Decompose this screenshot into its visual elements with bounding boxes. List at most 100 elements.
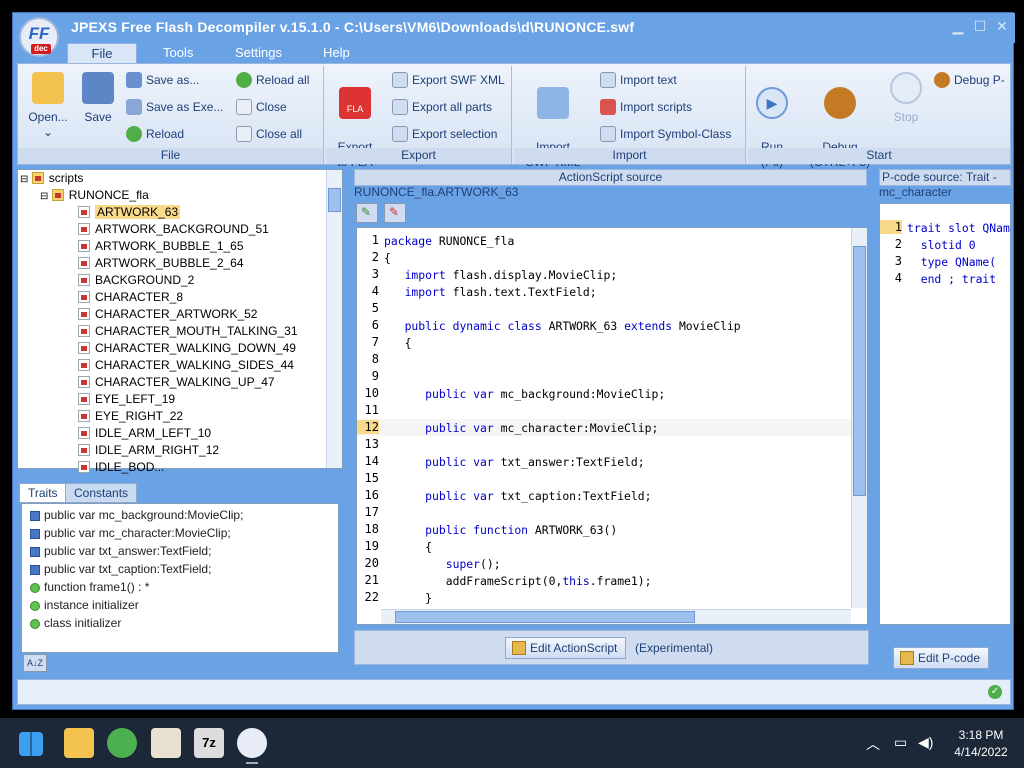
save-as-exe-button[interactable]: Save as Exe... bbox=[126, 97, 223, 117]
tree-item[interactable]: IDLE_ARM_LEFT_10 bbox=[78, 425, 211, 442]
trait-item[interactable]: public var mc_character:MovieClip; bbox=[30, 524, 231, 542]
sort-az-button[interactable]: A↓Z bbox=[23, 654, 47, 672]
ffdec-taskbar-icon[interactable] bbox=[237, 728, 267, 764]
title-bar[interactable]: JPEXS Free Flash Decompiler v.15.1.0 - C… bbox=[13, 13, 1015, 43]
save-as-button[interactable]: Save as... bbox=[126, 70, 199, 90]
edit-pcode-button[interactable]: Edit P-code bbox=[893, 647, 990, 669]
trait-item[interactable]: function frame1() : * bbox=[30, 578, 149, 596]
chevron-up-icon[interactable]: ︿ bbox=[866, 734, 880, 754]
tree-item[interactable]: CHARACTER_WALKING_SIDES_44 bbox=[78, 357, 294, 374]
volume-icon[interactable]: ◀) bbox=[918, 734, 933, 751]
clock-time: 3:18 PM bbox=[958, 728, 1004, 742]
edit-actionscript-button[interactable]: Edit ActionScript bbox=[505, 637, 627, 659]
sevenzip-icon[interactable]: 7z bbox=[194, 728, 224, 758]
folder-icon bbox=[32, 72, 64, 104]
clock-date: 4/14/2022 bbox=[954, 745, 1008, 759]
editor-hscrollbar[interactable] bbox=[381, 609, 851, 624]
replace-button[interactable]: ✎ bbox=[384, 203, 406, 223]
save-button[interactable]: Save bbox=[76, 72, 120, 125]
trait-item[interactable]: public var txt_answer:TextField; bbox=[30, 542, 211, 560]
tree-item[interactable]: CHARACTER_WALKING_DOWN_49 bbox=[78, 340, 296, 357]
editor-scroll-thumb[interactable] bbox=[853, 246, 866, 496]
editor-hscroll-thumb[interactable] bbox=[395, 611, 695, 623]
import-scripts-button[interactable]: Import scripts bbox=[600, 97, 692, 117]
tab-traits[interactable]: Traits bbox=[19, 483, 67, 503]
ribbon-group-start: ▶ Run (F6) Debug (CTRL+F5) Stop Debug P-… bbox=[748, 66, 1010, 169]
close-all-button[interactable]: Close all bbox=[236, 124, 302, 144]
chrome-icon[interactable] bbox=[107, 728, 137, 758]
maximize-button[interactable]: ☐ bbox=[969, 17, 991, 35]
tree-scrollbar[interactable] bbox=[326, 170, 342, 468]
menu-file[interactable]: File bbox=[67, 43, 137, 63]
file-explorer-icon[interactable] bbox=[64, 728, 94, 758]
tree-item[interactable]: ARTWORK_BUBBLE_2_64 bbox=[78, 255, 244, 272]
menu-bar: File Tools Settings Help bbox=[13, 41, 1015, 63]
java-icon[interactable] bbox=[151, 728, 181, 758]
tree-item[interactable]: EYE_LEFT_19 bbox=[78, 391, 175, 408]
search-button[interactable]: ✎ bbox=[356, 203, 378, 223]
pcode-editor[interactable]: 1 trait slot QNam 2 slotid 0 3 type QName(4… bbox=[879, 203, 1011, 625]
pcode-hscrollbar[interactable] bbox=[906, 624, 1010, 625]
clock[interactable]: 3:18 PM 4/14/2022 bbox=[950, 728, 1012, 759]
code-line: { bbox=[384, 336, 412, 350]
reload-button[interactable]: Reload bbox=[126, 124, 184, 144]
code-line: super(); bbox=[445, 557, 501, 571]
tree-item[interactable]: CHARACTER_ARTWORK_52 bbox=[78, 306, 257, 323]
tree-package[interactable]: ⊟ RUNONCE_fla bbox=[40, 187, 149, 204]
line-number: 11 bbox=[364, 403, 379, 417]
line-number: 3 bbox=[371, 267, 379, 281]
tree-root[interactable]: ⊟ scripts bbox=[20, 170, 83, 187]
script-icon bbox=[78, 410, 90, 422]
edit-icon bbox=[512, 641, 526, 655]
tree-item[interactable]: ARTWORK_BACKGROUND_51 bbox=[78, 221, 269, 238]
tree-item[interactable]: IDLE_BOD... bbox=[78, 459, 164, 476]
edit-pcode-icon bbox=[900, 651, 914, 665]
tree-item[interactable]: CHARACTER_MOUTH_TALKING_31 bbox=[78, 323, 298, 340]
trait-item[interactable]: public var txt_caption:TextField; bbox=[30, 560, 211, 578]
tree-item[interactable]: BACKGROUND_2 bbox=[78, 272, 194, 289]
ribbon: Open... ⌄ Save Save as... Save as Exe... … bbox=[17, 63, 1011, 169]
trait-item[interactable]: public var mc_background:MovieClip; bbox=[30, 506, 243, 524]
line-number: 21 bbox=[364, 573, 379, 587]
network-icon[interactable]: ▭ bbox=[894, 734, 907, 751]
tree-item[interactable]: CHARACTER_8 bbox=[78, 289, 183, 306]
import-symbol-class-button[interactable]: Import Symbol-Class bbox=[600, 124, 731, 144]
open-button[interactable]: Open... ⌄ bbox=[24, 72, 72, 140]
menu-settings[interactable]: Settings bbox=[221, 43, 296, 63]
start-button[interactable] bbox=[19, 732, 43, 756]
tree-item[interactable]: ARTWORK_63 bbox=[78, 204, 181, 221]
menu-tools[interactable]: Tools bbox=[149, 43, 207, 63]
export-swf-xml-button[interactable]: Export SWF XML bbox=[392, 70, 505, 90]
debug-p-button[interactable]: Debug P- bbox=[934, 70, 1005, 90]
trait-item[interactable]: class initializer bbox=[30, 614, 121, 632]
stop-button[interactable]: Stop bbox=[888, 72, 924, 125]
search-icon: ✎ bbox=[361, 205, 372, 219]
menu-help[interactable]: Help bbox=[309, 43, 364, 63]
tree-item[interactable]: IDLE_ARM_RIGHT_12 bbox=[78, 442, 219, 459]
tab-constants[interactable]: Constants bbox=[65, 483, 138, 503]
tree-item[interactable]: EYE_RIGHT_22 bbox=[78, 408, 183, 425]
script-icon bbox=[78, 206, 90, 218]
group-label-start: Start bbox=[748, 148, 1010, 164]
code-editor[interactable]: 1 package RUNONCE_fla 2 {3 import flash.dis… bbox=[356, 227, 868, 625]
close-button[interactable]: ✕ bbox=[991, 17, 1013, 35]
code-line: { bbox=[384, 251, 391, 265]
folder-icon bbox=[31, 172, 44, 184]
tree-item[interactable]: CHARACTER_WALKING_UP_47 bbox=[78, 374, 275, 391]
export-all-parts-button[interactable]: Export all parts bbox=[392, 97, 492, 117]
tree-item[interactable]: ARTWORK_BUBBLE_1_65 bbox=[78, 238, 244, 255]
minimize-button[interactable]: ▁ bbox=[947, 17, 969, 35]
tree-scroll-thumb[interactable] bbox=[328, 188, 341, 212]
xml-icon bbox=[392, 72, 408, 88]
close-file-button[interactable]: Close bbox=[236, 97, 287, 117]
tree-panel: ⊟ scripts ⊟ RUNONCE_fla ARTWORK_63 ARTWOR… bbox=[17, 169, 343, 474]
reload-all-button[interactable]: Reload all bbox=[236, 70, 309, 90]
script-icon bbox=[78, 393, 90, 405]
script-icon bbox=[78, 257, 90, 269]
export-selection-button[interactable]: Export selection bbox=[392, 124, 497, 144]
chevron-down-icon: ⌄ bbox=[42, 125, 54, 139]
trait-item[interactable]: instance initializer bbox=[30, 596, 139, 614]
editor-vscrollbar[interactable] bbox=[851, 228, 867, 608]
import-text-button[interactable]: Import text bbox=[600, 70, 677, 90]
code-line: import flash.display.MovieClip; bbox=[404, 268, 618, 282]
